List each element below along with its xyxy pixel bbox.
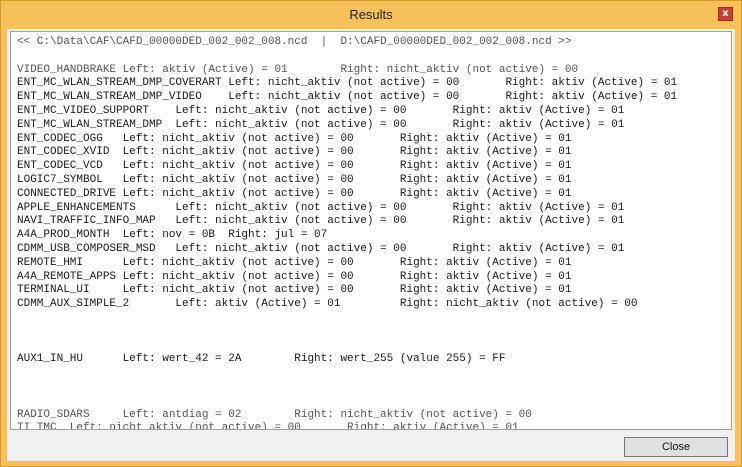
results-text-area[interactable]: << C:\Data\CAF\CAFD_00000DED_002_002_008… [10,31,732,430]
result-line: CONNECTED_DRIVE Left: nicht_aktiv (not a… [17,187,572,200]
result-line: A4A_REMOTE_APPS Left: nicht_aktiv (not a… [17,270,572,283]
result-line: RADIO_SDARS Left: antdiag = 02 Right: ni… [17,408,532,421]
result-line: VIDEO_HANDBRAKE Left: aktiv (Active) = 0… [17,63,579,76]
result-line: ENT_CODEC_XVID Left: nicht_aktiv (not ac… [17,146,572,159]
result-line: ENT_MC_WLAN_STREAM_DMP_COVERART Left: ni… [17,77,678,90]
result-line: ENT_MC_WLAN_STREAM_DMP_VIDEO Left: nicht… [17,91,678,104]
comparison-header: << C:\Data\CAF\CAFD_00000DED_002_002_008… [17,36,572,48]
results-window: Results x << C:\Data\CAF\CAFD_00000DED_0… [0,0,742,467]
result-line: ENT_MC_VIDEO_SUPPORT Left: nicht_aktiv (… [17,104,625,117]
result-line: TERMINAL_UI Left: nicht_aktiv (not activ… [17,284,572,297]
result-line: ENT_CODEC_VCD Left: nicht_aktiv (not act… [17,160,572,173]
result-line: ENT_MC_WLAN_STREAM_DMP Left: nicht_aktiv… [17,118,625,131]
result-line: LOGIC7_SYMBOL Left: nicht_aktiv (not act… [17,173,572,186]
results-lines: VIDEO_HANDBRAKE Left: aktiv (Active) = 0… [17,50,731,430]
close-icon: x [722,8,729,19]
close-window-button[interactable]: x [718,7,733,21]
result-line: AUX1_IN_HU Left: wert_42 = 2A Right: wer… [17,353,506,366]
result-line: REMOTE_HMI Left: nicht_aktiv (not active… [17,256,572,269]
result-line: ENT_CODEC_OGG Left: nicht_aktiv (not act… [17,132,572,145]
title-bar[interactable]: Results x [1,1,741,29]
result-line: TI_TMC Left: nicht_aktiv (not active) = … [17,422,519,430]
dialog-client-area: << C:\Data\CAF\CAFD_00000DED_002_002_008… [7,29,735,461]
result-line: CDMM_AUX_SIMPLE_2 Left: aktiv (Active) =… [17,298,638,311]
result-line: NAVI_TRAFFIC_INFO_MAP Left: nicht_aktiv … [17,215,625,228]
result-line: A4A_PROD_MONTH Left: nov = 0B Right: jul… [17,229,328,242]
result-line: CDMM_USB_COMPOSER_MSD Left: nicht_aktiv … [17,242,625,255]
window-title: Results [349,7,393,22]
result-line: APPLE_ENHANCEMENTS Left: nicht_aktiv (no… [17,201,625,214]
close-button[interactable]: Close [624,437,728,457]
